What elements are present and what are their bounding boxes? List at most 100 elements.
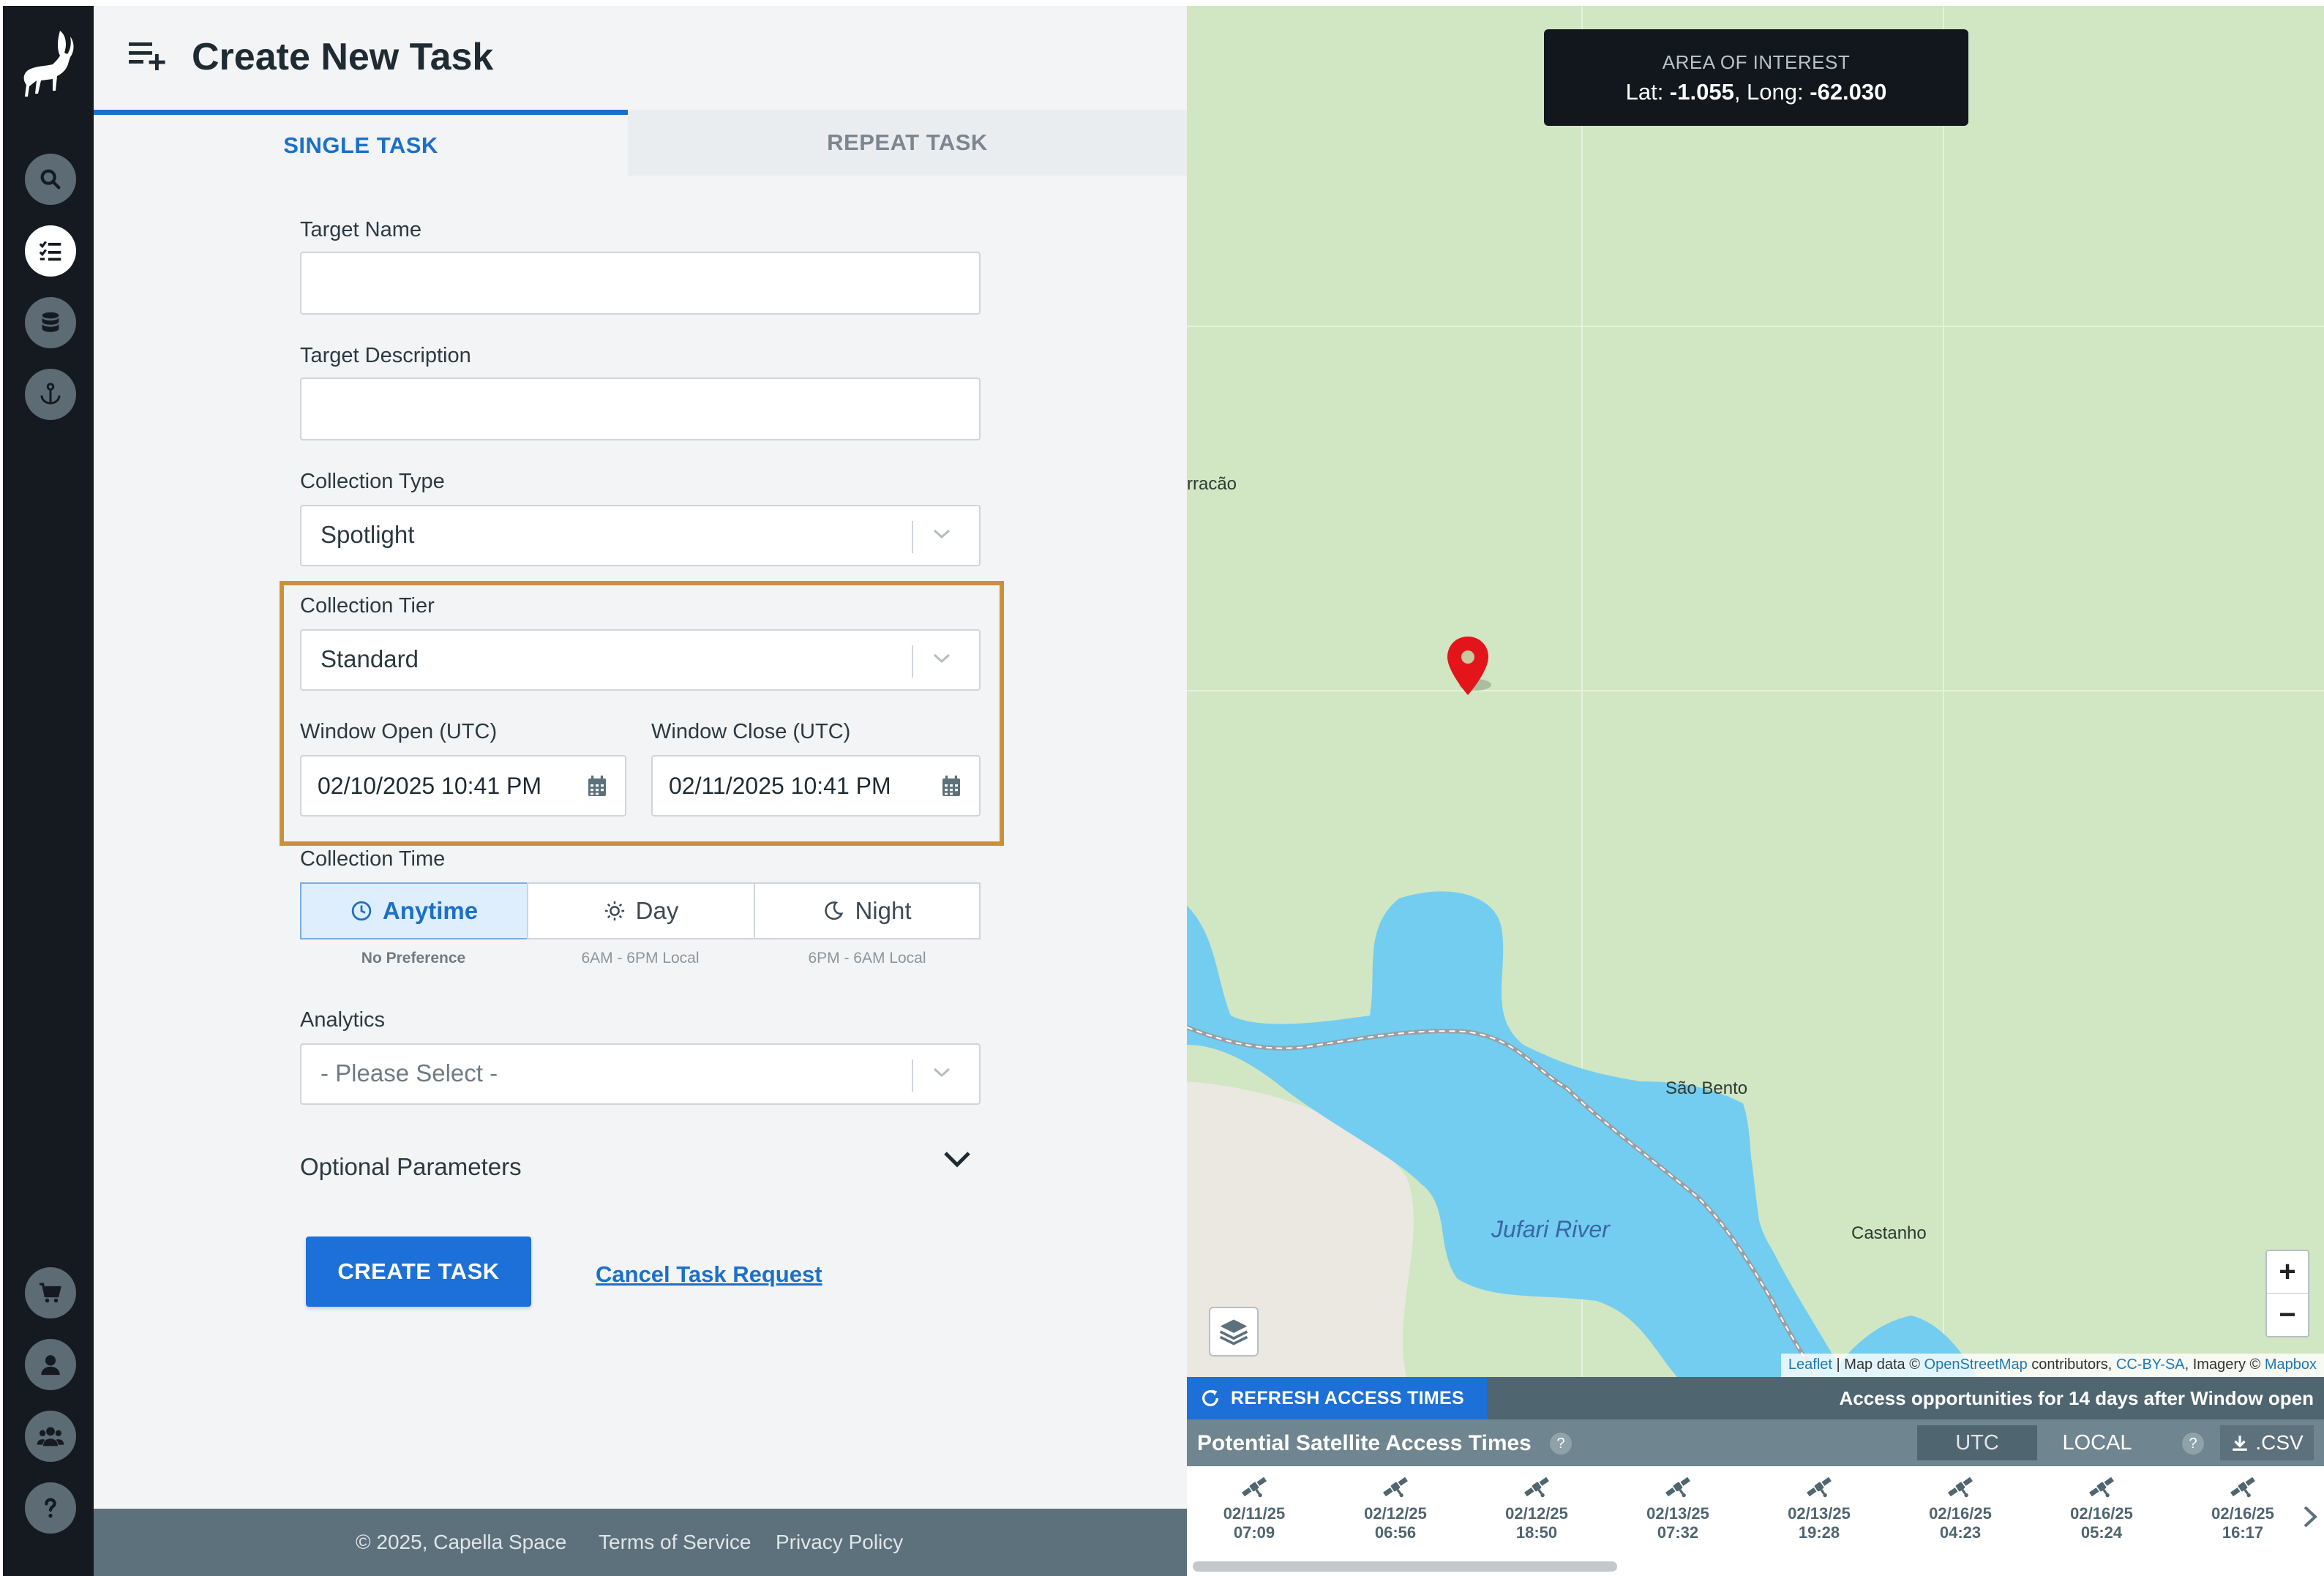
help-icon[interactable]: ? xyxy=(2182,1433,2204,1455)
analytics-label: Analytics xyxy=(300,1008,386,1032)
access-time: 19:28 xyxy=(1798,1523,1840,1542)
access-date: 02/13/25 xyxy=(1646,1504,1709,1523)
access-time-item[interactable]: 02/13/25 19:28 xyxy=(1768,1472,1870,1542)
access-time-item[interactable]: 02/12/25 06:56 xyxy=(1344,1472,1447,1542)
access-date: 02/12/25 xyxy=(1364,1504,1427,1523)
search-icon xyxy=(40,169,61,190)
access-time-item[interactable]: 02/12/25 18:50 xyxy=(1485,1472,1588,1542)
zoom-in-button[interactable]: + xyxy=(2267,1251,2308,1294)
osm-link[interactable]: OpenStreetMap xyxy=(1924,1357,2028,1373)
refresh-icon xyxy=(1202,1389,1218,1406)
access-time-item[interactable]: 02/13/25 07:32 xyxy=(1627,1472,1729,1542)
satellite-icon xyxy=(1524,1476,1549,1498)
access-time-item[interactable]: 02/11/25 07:09 xyxy=(1203,1472,1305,1542)
nav-help[interactable] xyxy=(25,1482,76,1534)
access-time: 05:24 xyxy=(2080,1523,2123,1542)
database-icon xyxy=(42,312,59,332)
collection-tier-value: Standard xyxy=(321,645,419,672)
calendar-icon[interactable] xyxy=(941,776,962,798)
zoom-out-button[interactable]: − xyxy=(2267,1294,2308,1336)
collection-time-day[interactable]: Day xyxy=(527,882,755,939)
tab-repeat-task[interactable]: REPEAT TASK xyxy=(628,110,1187,176)
target-name-input[interactable] xyxy=(300,252,981,315)
target-name-label: Target Name xyxy=(300,218,422,241)
sun-icon xyxy=(604,901,624,921)
download-csv-button[interactable]: .CSV xyxy=(2220,1425,2314,1460)
satellite-icon xyxy=(2230,1476,2255,1498)
calendar-icon[interactable] xyxy=(587,776,607,798)
sidebar xyxy=(3,6,94,1576)
leaflet-link[interactable]: Leaflet xyxy=(1788,1357,1832,1373)
tab-single-task[interactable]: SINGLE TASK xyxy=(94,110,628,176)
capella-ibex-logo[interactable] xyxy=(19,28,80,114)
nav-team[interactable] xyxy=(25,1411,76,1462)
users-icon xyxy=(37,1427,64,1446)
target-description-input[interactable] xyxy=(300,378,981,440)
aoi-coordinates: Lat: -1.055, Long: -62.030 xyxy=(1625,79,1887,105)
collection-type-value: Spotlight xyxy=(321,521,415,548)
task-list-icon xyxy=(39,241,61,261)
access-time: 06:56 xyxy=(1374,1523,1417,1542)
tz-utc-toggle[interactable]: UTC xyxy=(1917,1425,2037,1460)
chevron-down-icon xyxy=(933,653,951,664)
create-task-button[interactable]: CREATE TASK xyxy=(306,1237,531,1307)
satellite-icon xyxy=(1807,1476,1832,1498)
privacy-link[interactable]: Privacy Policy xyxy=(776,1531,903,1554)
zoom-control: + − xyxy=(2265,1250,2309,1337)
nav-account[interactable] xyxy=(25,1339,76,1390)
collection-type-select[interactable]: Spotlight xyxy=(300,505,981,566)
map-river-label: Jufari River xyxy=(1491,1216,1610,1242)
anytime-label: Anytime xyxy=(382,897,479,924)
access-time-item[interactable]: 02/16/25 16:17 xyxy=(2192,1472,2294,1542)
access-times-panel: REFRESH ACCESS TIMES Access opportunitie… xyxy=(1187,1377,2324,1576)
satellite-icon xyxy=(1665,1476,1690,1498)
access-time-item[interactable]: 02/16/25 05:24 xyxy=(2050,1472,2153,1542)
window-close-label: Window Close (UTC) xyxy=(651,720,851,743)
nav-satellite-access[interactable] xyxy=(25,369,76,420)
access-date: 02/11/25 xyxy=(1223,1504,1286,1523)
horizontal-scrollbar[interactable] xyxy=(1193,1561,1617,1572)
satellite-icon xyxy=(1948,1476,1973,1498)
layers-button[interactable] xyxy=(1209,1307,1259,1357)
collection-time-label: Collection Time xyxy=(300,847,446,871)
area-of-interest-panel: AREA OF INTEREST Lat: -1.055, Long: -62.… xyxy=(1544,29,1968,126)
nav-search[interactable] xyxy=(25,154,76,205)
terms-link[interactable]: Terms of Service xyxy=(599,1531,751,1554)
chevron-right-icon[interactable] xyxy=(2302,1504,2318,1529)
window-open-value: 02/10/2025 10:41 PM xyxy=(318,773,542,799)
collection-tier-select[interactable]: Standard xyxy=(300,629,981,691)
map-view[interactable]: AREA OF INTEREST Lat: -1.055, Long: -62.… xyxy=(1187,6,2324,1377)
license-link[interactable]: CC-BY-SA xyxy=(2116,1357,2185,1373)
satellite-icon xyxy=(2089,1476,2114,1498)
window-open-label: Window Open (UTC) xyxy=(300,720,498,743)
access-date: 02/12/25 xyxy=(1505,1504,1568,1523)
optional-parameters-toggle[interactable]: Optional Parameters xyxy=(300,1153,522,1181)
select-separator xyxy=(912,521,913,553)
night-sublabel: 6PM - 6AM Local xyxy=(808,950,926,967)
cancel-task-link[interactable]: Cancel Task Request xyxy=(596,1261,822,1288)
collection-time-anytime[interactable]: Anytime xyxy=(300,882,528,939)
map-base xyxy=(1187,6,2324,1377)
window-close-input[interactable]: 02/11/2025 10:41 PM xyxy=(651,755,981,817)
tz-local-toggle[interactable]: LOCAL xyxy=(2037,1425,2157,1460)
map-attribution: Leaflet | Map data © OpenStreetMap contr… xyxy=(1780,1354,2324,1377)
refresh-access-times-button[interactable]: REFRESH ACCESS TIMES xyxy=(1187,1377,1487,1419)
moon-icon xyxy=(825,901,844,920)
nav-database[interactable] xyxy=(25,297,76,348)
chevron-down-icon[interactable] xyxy=(942,1149,972,1169)
access-date: 02/13/25 xyxy=(1788,1504,1851,1523)
mapbox-link[interactable]: Mapbox xyxy=(2265,1357,2317,1373)
access-times-title: Potential Satellite Access Times xyxy=(1197,1431,1532,1455)
access-time: 16:17 xyxy=(2222,1523,2264,1542)
help-icon[interactable]: ? xyxy=(1550,1433,1572,1455)
aoi-lat: -1.055 xyxy=(1669,79,1734,105)
anchor-icon xyxy=(40,383,61,405)
access-time-item[interactable]: 02/16/25 04:23 xyxy=(1909,1472,2012,1542)
window-open-input[interactable]: 02/10/2025 10:41 PM xyxy=(300,755,626,817)
collection-time-night[interactable]: Night xyxy=(754,882,981,939)
analytics-select[interactable]: - Please Select - xyxy=(300,1043,981,1105)
access-date: 02/16/25 xyxy=(1929,1504,1992,1523)
nav-tasks[interactable] xyxy=(25,225,76,277)
map-place-label: São Bento xyxy=(1665,1078,1748,1098)
nav-cart[interactable] xyxy=(25,1267,76,1318)
